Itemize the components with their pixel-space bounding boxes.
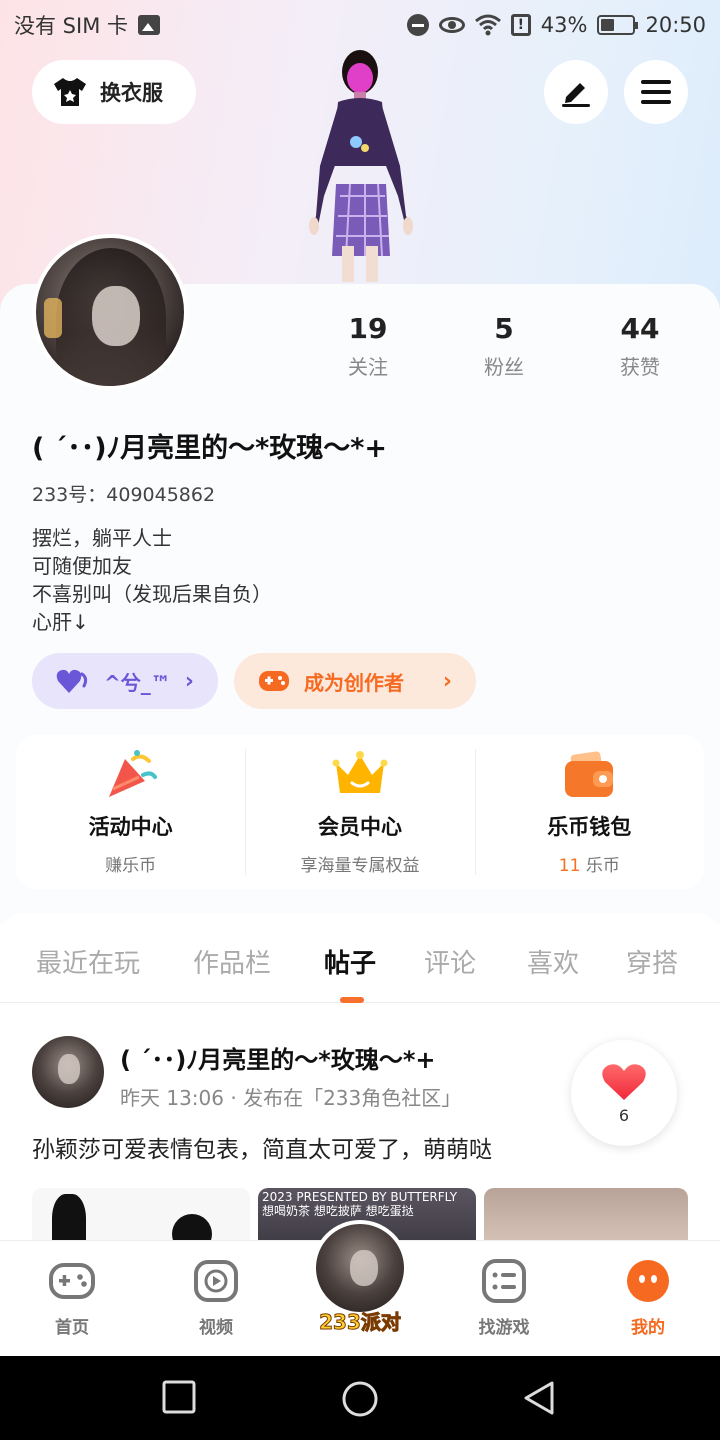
stat-label: 获赞 (620, 355, 660, 379)
stat-likes[interactable]: 44 获赞 (572, 312, 708, 380)
gamepad-icon (49, 1263, 95, 1299)
chevron-right-icon: › (184, 668, 194, 694)
become-creator-button[interactable]: 成为创作者 › (234, 653, 476, 709)
entry-subtitle: 享海量专属权益 (300, 855, 420, 876)
party-popper-icon (108, 749, 157, 797)
wallet-entry[interactable]: 乐币钱包 11 乐币 (474, 735, 704, 889)
bio-line: 可随便加友 (32, 554, 132, 578)
change-outfit-button[interactable]: 换衣服 (32, 60, 196, 124)
post-author-avatar[interactable] (32, 1036, 104, 1108)
content-tabs: 最近在玩 作品栏 帖子 评论 喜欢 穿搭 (0, 913, 720, 1003)
status-bar: 没有 SIM 卡 ! 43% 20:50 (0, 0, 720, 50)
bio-line: 心肝↓ (32, 610, 89, 634)
change-outfit-label: 换衣服 (100, 81, 163, 105)
post-image[interactable] (484, 1188, 688, 1248)
post-meta: 昨天 13:06 · 发布在「233角色社区」 (120, 1086, 462, 1110)
battery-fill (601, 19, 615, 31)
profile-stats: 19 关注 5 粉丝 44 获赞 (300, 312, 710, 380)
bio-line: 不喜别叫（发现后果自负） (32, 582, 272, 606)
tab-posts[interactable]: 帖子 (324, 943, 376, 980)
home-icon[interactable] (341, 1380, 379, 1418)
nav-video[interactable]: 视频 (166, 1259, 266, 1338)
party-avatar-button[interactable] (312, 1220, 408, 1316)
crown-icon (332, 750, 388, 793)
gamepad-icon (259, 671, 289, 691)
clock: 20:50 (645, 13, 706, 37)
stat-value: 5 (494, 312, 514, 345)
post-image-caption: 2023 PRESENTED BY BUTTERFLY 想喝奶茶 想吃披萨 想吃… (262, 1190, 458, 1218)
stat-value: 44 (620, 312, 660, 345)
wifi-icon (474, 14, 501, 36)
cp-badge-button[interactable]: ^兮_™ › (32, 653, 218, 709)
tab-comments[interactable]: 评论 (424, 943, 476, 980)
nav-find-games[interactable]: 找游戏 (454, 1259, 554, 1338)
tab-recently-played[interactable]: 最近在玩 (36, 943, 140, 980)
coin-amount: 11 (558, 855, 581, 876)
nav-home[interactable]: 首页 (22, 1259, 122, 1338)
menu-button[interactable] (624, 60, 688, 124)
like-button[interactable]: 6 (571, 1040, 677, 1146)
tab-works[interactable]: 作品栏 (193, 943, 271, 980)
become-creator-label: 成为创作者 (304, 670, 404, 695)
list-icon (482, 1259, 526, 1303)
nav-label: 视频 (199, 1318, 233, 1338)
stat-value: 19 (348, 312, 388, 345)
coin-unit: 乐币 (585, 855, 620, 876)
entry-subtitle: 11 乐币 (559, 851, 620, 876)
tab-outfits[interactable]: 穿搭 (626, 943, 678, 980)
tshirt-icon (52, 76, 88, 108)
heart-icon (602, 1063, 646, 1100)
activity-center-entry[interactable]: 活动中心 赚乐币 (16, 735, 245, 889)
party-label[interactable]: 233派对 (300, 1306, 420, 1335)
nav-mine[interactable]: 我的 (598, 1259, 698, 1338)
battery-icon (597, 15, 639, 35)
quick-entries: 活动中心 赚乐币 会员中心 享海量专属权益 乐币钱包 11 乐币 (16, 735, 704, 889)
member-center-entry[interactable]: 会员中心 享海量专属权益 (245, 735, 474, 889)
system-nav-bar (0, 1356, 720, 1440)
entry-title: 活动中心 (88, 814, 173, 839)
user-id[interactable]: 233号：409045862 (32, 480, 215, 507)
entry-title: 会员中心 (317, 814, 402, 839)
chevron-right-icon: › (442, 668, 452, 694)
avatar-character[interactable] (290, 46, 430, 286)
active-tab-indicator (340, 997, 364, 1003)
carrier-text: 没有 SIM 卡 (14, 14, 128, 38)
nav-label: 找游戏 (478, 1318, 530, 1338)
back-icon[interactable] (522, 1380, 556, 1416)
alert-icon: ! (510, 14, 531, 36)
edit-profile-button[interactable] (544, 60, 608, 124)
profile-face-icon (627, 1260, 669, 1302)
stat-followers[interactable]: 5 粉丝 (436, 312, 572, 380)
recent-apps-icon[interactable] (162, 1380, 196, 1414)
battery-percent: 43% (540, 13, 588, 37)
entry-subtitle: 赚乐币 (105, 855, 157, 876)
entry-title: 乐币钱包 (547, 814, 632, 839)
stat-following[interactable]: 19 关注 (300, 312, 436, 380)
post-image[interactable] (32, 1188, 250, 1248)
wallet-icon (565, 750, 614, 797)
bio: 摆烂，躺平人士 可随便加友 不喜别叫（发现后果自负） 心肝↓ (32, 524, 272, 636)
hamburger-menu-icon (641, 80, 671, 104)
stat-label: 粉丝 (484, 355, 524, 379)
like-count: 6 (618, 1105, 630, 1125)
eye-icon (438, 17, 465, 33)
bio-line: 摆烂，躺平人士 (32, 526, 172, 550)
do-not-disturb-icon (406, 14, 429, 36)
tab-likes[interactable]: 喜欢 (527, 943, 579, 980)
play-icon (194, 1260, 238, 1302)
pen-icon (562, 83, 590, 107)
stat-label: 关注 (348, 355, 388, 379)
nickname: ( ´･･)ﾉ月亮里的～*玫瑰～*+ (32, 433, 387, 464)
profile-avatar[interactable] (32, 234, 188, 390)
post-text[interactable]: 孙颖莎可爱表情包表，简直太可爱了，萌萌哒 (32, 1130, 492, 1164)
cp-badge-label: ^兮_™ (104, 670, 171, 695)
heart-icon (56, 669, 88, 693)
image-icon (138, 15, 160, 35)
nav-label: 首页 (55, 1318, 89, 1338)
post-author-name[interactable]: ( ´･･)ﾉ月亮里的～*玫瑰～*+ (120, 1040, 436, 1075)
nav-label: 我的 (631, 1318, 665, 1338)
